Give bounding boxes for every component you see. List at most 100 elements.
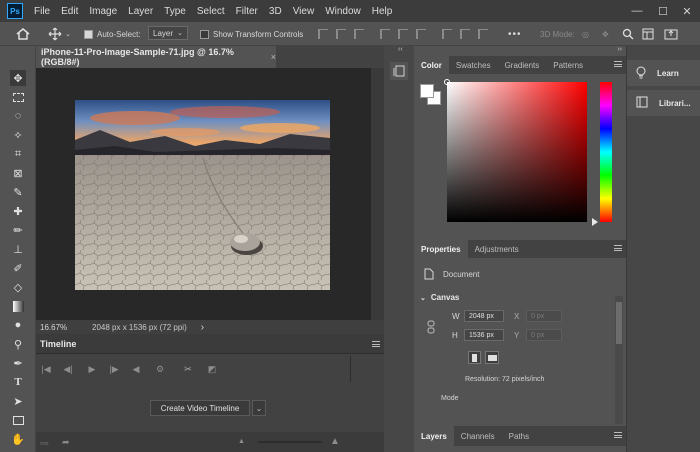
tab-layers[interactable]: Layers: [414, 426, 454, 446]
timeline-panel-menu-icon[interactable]: [372, 341, 380, 347]
timeline-mode-dropdown[interactable]: ⌄: [252, 400, 266, 416]
orbit-3d-icon[interactable]: ◎: [582, 26, 589, 42]
menu-select[interactable]: Select: [197, 6, 225, 17]
split-scissors-icon[interactable]: ✂: [182, 363, 194, 375]
tab-adjustments[interactable]: Adjustments: [468, 240, 526, 258]
align-middle-icon[interactable]: [398, 26, 408, 42]
zoom-in-icon[interactable]: ▲: [330, 436, 340, 447]
canvas-vertical-scrollbar[interactable]: [371, 68, 384, 320]
history-brush-tool-icon[interactable]: ✐: [10, 260, 26, 276]
rectangle-tool-icon[interactable]: [10, 412, 26, 428]
menu-view[interactable]: View: [293, 6, 315, 17]
document-info-arrow[interactable]: ›: [201, 322, 204, 333]
crop-tool-icon[interactable]: ⌗: [10, 146, 26, 162]
minimize-button[interactable]: —: [624, 0, 650, 22]
document-tab[interactable]: iPhone-11-Pro-Image-Sample-71.jpg @ 16.7…: [36, 46, 276, 68]
close-document-icon[interactable]: ×: [271, 52, 276, 62]
color-picker-marker[interactable]: [444, 79, 450, 85]
menu-image[interactable]: Image: [89, 6, 117, 17]
learn-panel-button[interactable]: Learn: [627, 60, 700, 86]
render-video-icon[interactable]: ➦: [62, 437, 70, 448]
align-top-icon[interactable]: [380, 26, 390, 42]
menu-3d[interactable]: 3D: [269, 6, 282, 17]
healing-brush-tool-icon[interactable]: ✚: [10, 203, 26, 219]
align-center-icon[interactable]: [336, 26, 346, 42]
create-video-timeline-button[interactable]: Create Video Timeline: [150, 400, 250, 416]
go-to-first-frame-icon[interactable]: |◀: [40, 363, 52, 375]
auto-select-dropdown[interactable]: Layer ⌄: [148, 26, 188, 40]
blur-tool-icon[interactable]: ●: [10, 317, 26, 333]
lasso-tool-icon[interactable]: ◌: [10, 108, 26, 124]
menu-layer[interactable]: Layer: [128, 6, 153, 17]
x-field[interactable]: 0 px: [526, 310, 562, 322]
history-panel-icon[interactable]: [390, 62, 408, 80]
move-tool-icon[interactable]: ✥: [10, 70, 26, 86]
marquee-tool-icon[interactable]: [10, 89, 26, 105]
share-icon[interactable]: [664, 26, 678, 42]
settings-gear-icon[interactable]: ⚙: [154, 363, 166, 375]
transition-icon[interactable]: ◩: [206, 363, 218, 375]
frame-tool-icon[interactable]: ⊠: [10, 165, 26, 181]
hand-tool-icon[interactable]: ✋: [10, 431, 26, 447]
tab-properties[interactable]: Properties: [414, 240, 468, 258]
eraser-tool-icon[interactable]: ◇: [10, 279, 26, 295]
play-icon[interactable]: ▶: [86, 363, 98, 375]
show-transform-controls-checkbox[interactable]: Show Transform Controls: [200, 26, 303, 42]
foreground-color-swatch[interactable]: [420, 84, 434, 98]
libraries-panel-button[interactable]: Librari...: [627, 90, 700, 116]
width-field[interactable]: 2048 px: [464, 310, 504, 322]
type-tool-icon[interactable]: T: [10, 374, 26, 390]
audio-icon[interactable]: ◀: [130, 363, 142, 375]
close-window-button[interactable]: ✕: [674, 0, 700, 22]
move-tool-preset-icon[interactable]: ⌄: [48, 26, 71, 42]
tab-patterns[interactable]: Patterns: [546, 56, 590, 74]
menu-filter[interactable]: Filter: [236, 6, 258, 17]
dodge-tool-icon[interactable]: ⚲: [10, 336, 26, 352]
menu-help[interactable]: Help: [372, 6, 393, 17]
color-panel-menu-icon[interactable]: [614, 61, 622, 67]
menu-type[interactable]: Type: [164, 6, 186, 17]
search-icon[interactable]: [622, 26, 634, 42]
color-saturation-field[interactable]: [447, 82, 587, 222]
home-icon[interactable]: [16, 26, 30, 42]
previous-frame-icon[interactable]: ◀|: [62, 363, 74, 375]
maximize-button[interactable]: ☐: [650, 0, 676, 22]
tab-color[interactable]: Color: [414, 56, 449, 74]
properties-panel-menu-icon[interactable]: [614, 245, 622, 251]
tab-gradients[interactable]: Gradients: [498, 56, 547, 74]
link-dimensions-icon[interactable]: [427, 320, 435, 336]
pan-3d-icon[interactable]: ✥: [602, 26, 609, 42]
timeline-zoom-slider[interactable]: [258, 441, 322, 443]
tab-paths[interactable]: Paths: [502, 426, 536, 446]
eyedropper-tool-icon[interactable]: ✎: [10, 184, 26, 200]
menu-file[interactable]: File: [34, 6, 50, 17]
auto-select-checkbox[interactable]: Auto-Select:: [84, 26, 141, 42]
align-left-icon[interactable]: [318, 26, 328, 42]
tab-swatches[interactable]: Swatches: [449, 56, 498, 74]
distribute-right-icon[interactable]: [478, 26, 488, 42]
collapse-right-icon[interactable]: ››: [617, 46, 622, 53]
zoom-level[interactable]: 16.67%: [40, 323, 84, 332]
layers-panel-menu-icon[interactable]: [614, 432, 622, 438]
tab-channels[interactable]: Channels: [454, 426, 502, 446]
magic-wand-tool-icon[interactable]: ✧: [10, 127, 26, 143]
align-bottom-icon[interactable]: [416, 26, 426, 42]
zoom-out-icon[interactable]: ▲: [238, 438, 245, 445]
landscape-orientation-icon[interactable]: [485, 351, 499, 364]
pen-tool-icon[interactable]: ✒: [10, 355, 26, 371]
properties-scrollbar[interactable]: [615, 296, 623, 424]
frame-view-icon[interactable]: ▫▫▫: [40, 439, 49, 448]
y-field[interactable]: 0 px: [526, 329, 562, 341]
clone-stamp-tool-icon[interactable]: ⊥: [10, 241, 26, 257]
height-field[interactable]: 1536 px: [464, 329, 504, 341]
distribute-left-icon[interactable]: [442, 26, 452, 42]
canvas-section-header[interactable]: ⌄ Canvas: [420, 293, 459, 302]
path-selection-tool-icon[interactable]: ➤: [10, 393, 26, 409]
timeline-title[interactable]: Timeline: [40, 339, 76, 349]
align-right-icon[interactable]: [354, 26, 364, 42]
next-frame-icon[interactable]: |▶: [108, 363, 120, 375]
collapse-left-icon[interactable]: ‹‹: [398, 46, 403, 53]
distribute-center-icon[interactable]: [460, 26, 470, 42]
brush-tool-icon[interactable]: ✏: [10, 222, 26, 238]
gradient-tool-icon[interactable]: [10, 298, 26, 314]
